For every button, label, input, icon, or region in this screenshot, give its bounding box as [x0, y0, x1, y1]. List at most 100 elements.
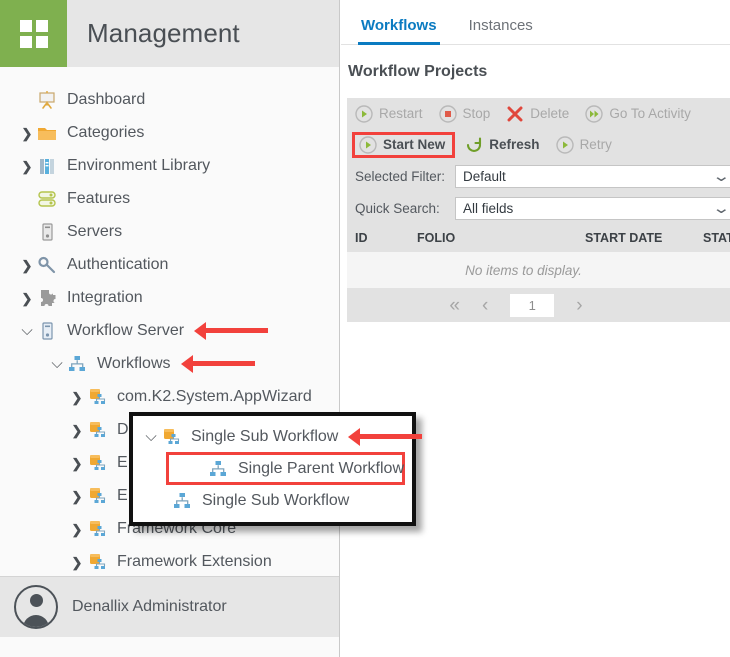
- toolbar-row-1: RestartStopDeleteGo To Activity: [347, 98, 730, 129]
- chevron-right-icon[interactable]: [18, 258, 36, 272]
- sidebar-item-label: Servers: [67, 224, 122, 240]
- delete-button: Delete: [506, 105, 569, 123]
- chevron-down-icon: ⌄: [712, 169, 730, 184]
- callout-item-label: Single Parent Workflow: [238, 461, 404, 477]
- annotation-arrow-icon: [194, 325, 268, 337]
- project-icon: [86, 452, 108, 474]
- filter-row: Selected Filter: Default ⌄: [347, 160, 730, 192]
- sidebar-item-framework-extension[interactable]: Framework Extension: [0, 545, 339, 577]
- sidebar-item-categories[interactable]: Categories: [0, 116, 339, 149]
- selected-filter-dropdown[interactable]: Default ⌄: [455, 165, 730, 188]
- quick-search-dropdown[interactable]: All fields⌄: [455, 197, 730, 220]
- project-icon: [86, 485, 108, 507]
- sidebar-item-label: Environment Library: [67, 158, 210, 174]
- sidebar-item-authentication[interactable]: Authentication: [0, 248, 339, 281]
- sidebar-item-label: Workflows: [97, 356, 171, 372]
- chevron-right-icon[interactable]: [68, 489, 86, 503]
- callout-item-single-sub-workflow[interactable]: Single Sub Workflow: [133, 485, 412, 516]
- play-circle-icon: [359, 136, 377, 154]
- filter-label: Selected Filter:: [355, 169, 455, 184]
- button-label: Stop: [463, 106, 491, 121]
- sidebar-item-label: Features: [67, 191, 130, 207]
- key-icon: [36, 254, 58, 276]
- content-area: WorkflowsInstances Workflow Projects Res…: [341, 0, 730, 657]
- sidebar-item-label: Categories: [67, 125, 144, 141]
- workflow-icon: [207, 458, 229, 480]
- sidebar-user-footer[interactable]: Denallix Administrator: [0, 576, 339, 637]
- chevron-right-icon[interactable]: ›: [576, 296, 582, 315]
- refresh-button[interactable]: Refresh: [465, 136, 539, 154]
- project-icon: [86, 518, 108, 540]
- tree-expanded-icon[interactable]: [18, 323, 36, 338]
- chevron-left-icon[interactable]: ‹: [482, 296, 488, 315]
- project-icon: [86, 386, 108, 408]
- tab-instances[interactable]: Instances: [466, 17, 536, 44]
- chevron-right-icon[interactable]: [18, 159, 36, 173]
- tab-bar: Workflows Instances: [341, 0, 730, 45]
- grid-column-header[interactable]: FOLIO: [417, 231, 585, 245]
- tab-workflows[interactable]: Workflows: [358, 17, 440, 44]
- books-icon: [36, 155, 58, 177]
- button-label: Delete: [530, 106, 569, 121]
- sidebar-item-label: Dashboard: [67, 92, 145, 108]
- sidebar-item-servers[interactable]: Servers: [0, 215, 339, 248]
- sidebar-item-workflows[interactable]: Workflows: [0, 347, 339, 380]
- double-chevron-left-icon[interactable]: «: [449, 296, 460, 315]
- page-title: Management: [87, 18, 240, 49]
- project-icon: [86, 419, 108, 441]
- sidebar-item-label: Integration: [67, 290, 143, 306]
- sidebar-item-environment-library[interactable]: Environment Library: [0, 149, 339, 182]
- filter-section: Selected Filter:Default⌄Quick Search:All…: [347, 160, 730, 224]
- play-circle-icon: [556, 136, 574, 154]
- chevron-right-icon[interactable]: [68, 423, 86, 437]
- grid-column-header[interactable]: START DATE: [585, 231, 703, 245]
- forward-circle-icon: [585, 105, 603, 123]
- chevron-right-icon[interactable]: [18, 291, 36, 305]
- callout-item-single-sub-workflow[interactable]: Single Sub Workflow: [133, 421, 412, 452]
- chevron-right-icon[interactable]: [68, 456, 86, 470]
- sidebar-item-label: Authentication: [67, 257, 168, 273]
- annotation-arrow-icon: [348, 431, 422, 443]
- chevron-right-icon[interactable]: [68, 555, 86, 569]
- sidebar-item-label: com.K2.System.AppWizard: [117, 389, 312, 405]
- callout-item-label: Single Sub Workflow: [202, 493, 349, 509]
- filter-row: Quick Search:All fields⌄: [347, 192, 730, 224]
- server-blue-icon: [36, 320, 58, 342]
- callout-item-single-parent-workflow[interactable]: Single Parent Workflow: [166, 452, 405, 485]
- chevron-right-icon[interactable]: [18, 126, 36, 140]
- button-label: Retry: [580, 137, 612, 152]
- grid-empty-message: No items to display.: [347, 252, 730, 288]
- sidebar-item-integration[interactable]: Integration: [0, 281, 339, 314]
- button-label: Go To Activity: [609, 106, 691, 121]
- chevron-right-icon[interactable]: [68, 390, 86, 404]
- tree-expanded-icon[interactable]: [48, 356, 66, 371]
- pagination-bar: « ‹ 1 ›: [347, 288, 730, 322]
- start-new-button[interactable]: Start New: [352, 132, 455, 158]
- page-number-input[interactable]: 1: [510, 294, 554, 317]
- workflow-projects-panel: RestartStopDeleteGo To Activity Start Ne…: [347, 98, 730, 322]
- sidebar-item-dashboard[interactable]: Dashboard: [0, 83, 339, 116]
- chevron-down-icon: ⌄: [712, 201, 730, 216]
- dropdown-value: Default: [463, 169, 506, 184]
- button-label: Start New: [383, 137, 445, 152]
- application-window: Management Dashboard Categories Environmen…: [0, 0, 730, 657]
- workflow-icon: [171, 490, 193, 512]
- project-icon: [86, 551, 108, 573]
- features-icon: [36, 188, 58, 210]
- retry-button: Retry: [556, 136, 612, 154]
- sidebar: Management Dashboard Categories Environmen…: [0, 0, 340, 657]
- sidebar-item-label: E: [117, 455, 128, 471]
- app-logo[interactable]: [0, 0, 67, 67]
- sidebar-item-workflow-server[interactable]: Workflow Server: [0, 314, 339, 347]
- button-label: Refresh: [489, 137, 539, 152]
- chevron-right-icon[interactable]: [68, 522, 86, 536]
- grid-column-header[interactable]: STAT..: [703, 231, 730, 245]
- folder-icon: [36, 122, 58, 144]
- tree-expanded-icon[interactable]: [142, 429, 160, 444]
- play-circle-icon: [355, 105, 373, 123]
- refresh-icon: [465, 136, 483, 154]
- sidebar-item-features[interactable]: Features: [0, 182, 339, 215]
- sidebar-item-com-k2-system-appwizard[interactable]: com.K2.System.AppWizard: [0, 380, 339, 413]
- grid-header-row: IDFOLIOSTART DATESTAT..ORI: [347, 224, 730, 252]
- grid-column-header[interactable]: ID: [355, 231, 417, 245]
